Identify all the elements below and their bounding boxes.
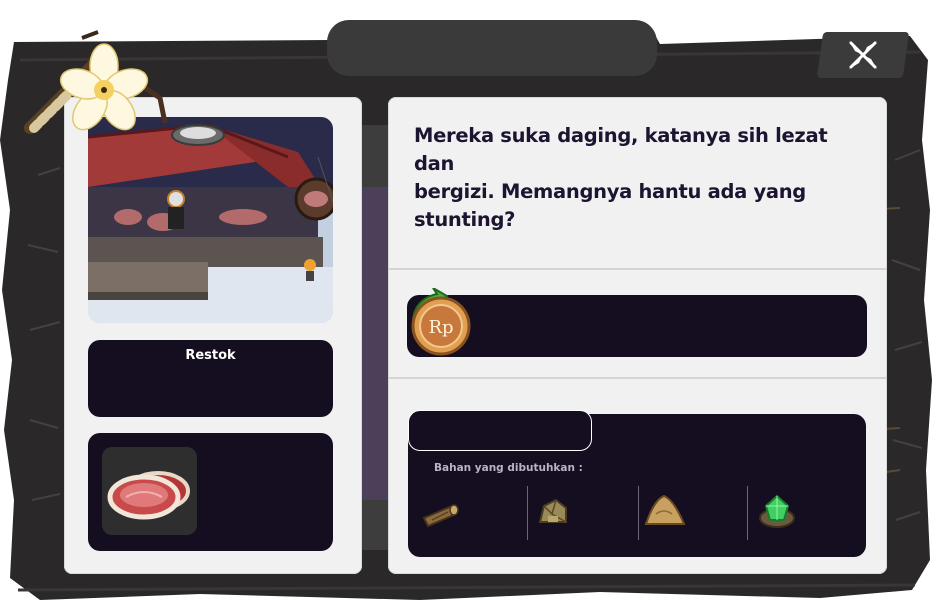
green-gem-icon[interactable] <box>754 488 800 534</box>
meat-steak-icon <box>107 471 190 520</box>
dialog-line-3: stunting? <box>414 208 516 231</box>
restock-title: Restok <box>185 348 236 363</box>
material-separator <box>638 486 639 540</box>
dialog-line-2: bergizi. Memangnya hantu ada yang <box>414 180 806 203</box>
item-card <box>88 433 333 551</box>
item-slot[interactable] <box>102 447 197 535</box>
price-bar[interactable] <box>407 295 867 357</box>
close-icon <box>849 41 877 69</box>
wood-log-icon[interactable] <box>418 488 464 534</box>
rupiah-coin-icon: Rp <box>411 288 471 356</box>
dialog-line-1: Mereka suka daging, katanya sih lezat da… <box>414 124 828 175</box>
restock-card: Restok <box>88 340 333 417</box>
requirements-label: Bahan yang dibutuhkan : <box>434 462 583 474</box>
frangipani-flower-decoration <box>24 30 168 134</box>
divider <box>388 268 887 270</box>
close-button[interactable] <box>816 32 910 78</box>
material-separator <box>527 486 528 540</box>
stone-ore-icon[interactable] <box>530 488 576 534</box>
requirements-tab[interactable] <box>408 410 592 451</box>
material-separator <box>747 486 748 540</box>
currency-symbol: Rp <box>428 317 453 338</box>
divider <box>388 377 887 379</box>
book-spine <box>362 125 388 550</box>
sand-pile-icon[interactable] <box>642 488 688 534</box>
title-plate <box>327 20 657 76</box>
dialog-text: Mereka suka daging, katanya sih lezat da… <box>414 122 864 234</box>
